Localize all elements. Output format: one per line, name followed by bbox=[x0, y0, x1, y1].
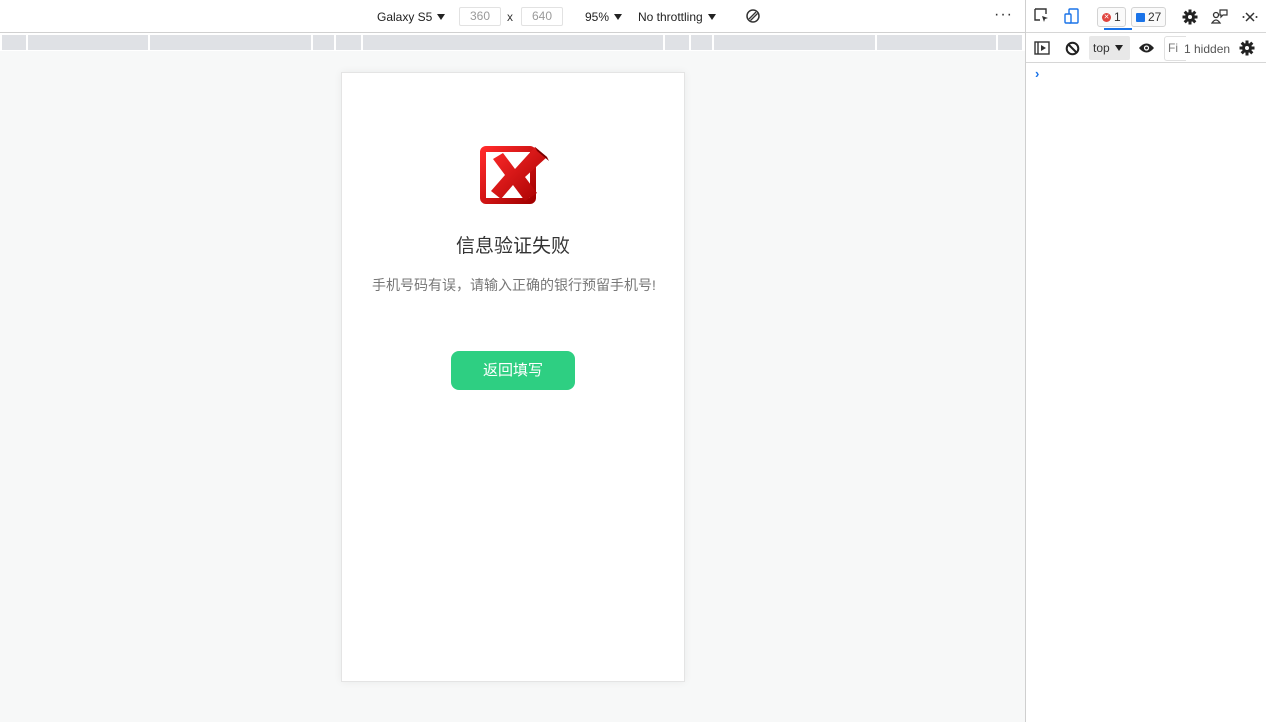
return-to-form-button[interactable]: 返回填写 bbox=[451, 351, 575, 390]
media-query-segment[interactable] bbox=[691, 35, 712, 50]
media-query-segment[interactable] bbox=[998, 35, 1022, 50]
width-input[interactable]: 360 bbox=[459, 7, 501, 26]
console-prompt[interactable]: › bbox=[1035, 66, 1039, 81]
live-expression-eye-icon[interactable] bbox=[1137, 40, 1155, 56]
height-input[interactable]: 640 bbox=[521, 7, 563, 26]
throttling-select[interactable]: No throttling bbox=[638, 8, 716, 26]
media-query-segment[interactable] bbox=[877, 35, 996, 50]
chevron-down-icon bbox=[437, 14, 446, 20]
feedback-icon[interactable] bbox=[1211, 8, 1229, 26]
errors-badge[interactable]: ✕ 1 bbox=[1097, 7, 1126, 27]
messages-badge[interactable]: 27 bbox=[1131, 7, 1167, 27]
more-options-icon[interactable]: ··· bbox=[994, 6, 1013, 24]
chevron-down-icon bbox=[1114, 45, 1123, 51]
media-query-bar bbox=[0, 33, 1025, 51]
error-icon: ✕ bbox=[1102, 12, 1111, 22]
browser-window: Galaxy S5 360 x 640 95% No throttling ··… bbox=[0, 0, 1266, 722]
context-value: top bbox=[1093, 41, 1110, 55]
media-query-segment[interactable] bbox=[28, 35, 148, 50]
page-title: 信息验证失败 bbox=[455, 236, 570, 257]
media-query-segment[interactable] bbox=[363, 35, 663, 50]
rotate-icon[interactable] bbox=[744, 7, 762, 25]
console-toolbar: top Fi 1 hidden bbox=[1026, 33, 1266, 63]
device-viewport: 信息验证失败 手机号码有误，请输入正确的银行预留手机号! 返回填写 bbox=[341, 72, 685, 682]
device-emulation-area: Galaxy S5 360 x 640 95% No throttling ··… bbox=[0, 0, 1025, 722]
devtools-panel: ✕ 1 27 top Fi 1 hidden › bbox=[1025, 0, 1266, 722]
clear-console-icon[interactable] bbox=[1064, 40, 1080, 56]
device-name: Galaxy S5 bbox=[377, 10, 433, 24]
close-icon[interactable] bbox=[1241, 8, 1259, 26]
message-icon bbox=[1136, 12, 1145, 22]
dimension-separator: x bbox=[507, 10, 513, 24]
console-settings-icon[interactable] bbox=[1238, 40, 1256, 56]
chevron-down-icon bbox=[707, 14, 716, 20]
media-query-segment[interactable] bbox=[2, 35, 26, 50]
device-toolbar: Galaxy S5 360 x 640 95% No throttling ··… bbox=[0, 0, 1025, 33]
error-count: 1 bbox=[1114, 10, 1121, 24]
active-tab-indicator bbox=[1104, 28, 1132, 30]
sidebar-toggle-icon[interactable] bbox=[1033, 40, 1051, 56]
zoom-value: 95% bbox=[585, 10, 610, 24]
message-count: 27 bbox=[1148, 10, 1162, 24]
device-toolbar-icon[interactable] bbox=[1063, 7, 1081, 25]
failure-cross-icon bbox=[479, 143, 551, 205]
devtools-toolbar: ✕ 1 27 bbox=[1026, 0, 1266, 33]
media-query-segment[interactable] bbox=[714, 35, 875, 50]
media-query-segment[interactable] bbox=[150, 35, 311, 50]
media-query-segment[interactable] bbox=[336, 35, 361, 50]
throttling-value: No throttling bbox=[638, 10, 703, 24]
hidden-messages-count: 1 hidden bbox=[1184, 42, 1231, 56]
inspect-element-icon[interactable] bbox=[1033, 7, 1051, 25]
zoom-select[interactable]: 95% bbox=[585, 8, 623, 26]
error-message: 手机号码有误，请输入正确的银行预留手机号! bbox=[372, 277, 656, 293]
media-query-segment[interactable] bbox=[313, 35, 334, 50]
chevron-down-icon bbox=[614, 14, 623, 20]
console-filter-input[interactable]: Fi bbox=[1164, 36, 1186, 61]
context-select[interactable]: top bbox=[1089, 36, 1130, 60]
settings-icon[interactable] bbox=[1181, 8, 1199, 26]
device-select[interactable]: Galaxy S5 bbox=[377, 8, 446, 26]
media-query-segment[interactable] bbox=[665, 35, 689, 50]
